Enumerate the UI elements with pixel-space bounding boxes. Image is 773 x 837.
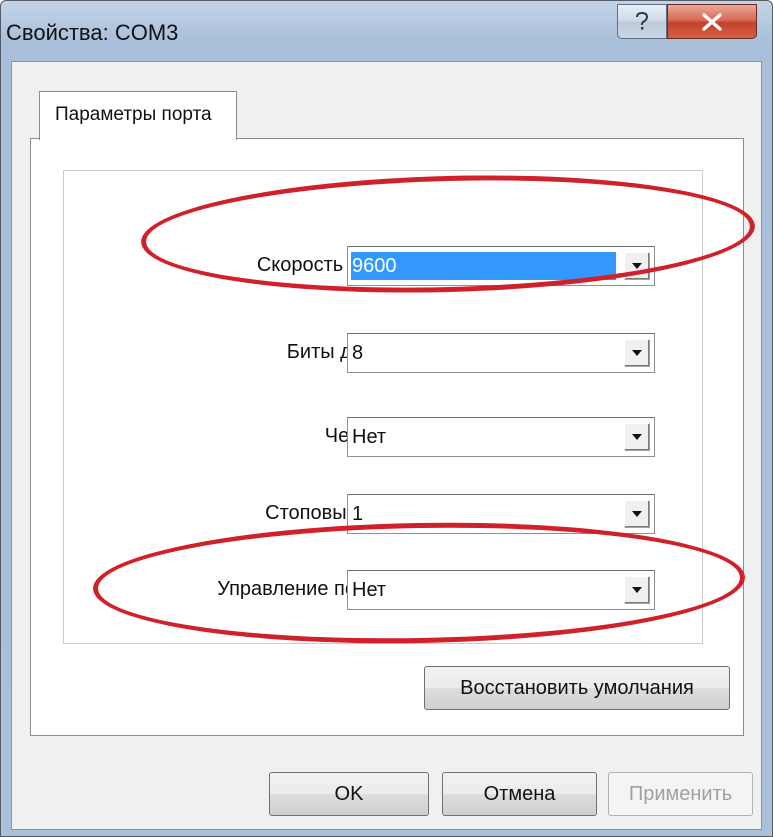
tab-panel-port-settings: Скорость (бит/с): 9600 Биты данных: 8 Че… [30,138,744,736]
window-title: Свойства: COM3 [6,20,179,45]
speed-value: 9600 [351,252,616,280]
speed-select[interactable]: 9600 [347,246,655,286]
parity-dropdown-button[interactable] [624,423,650,451]
chevron-down-icon [632,350,642,356]
flow-control-value: Нет [352,579,387,601]
speed-dropdown-button[interactable] [624,252,650,280]
chevron-down-icon [632,587,642,593]
help-button[interactable] [617,4,667,39]
chevron-down-icon [632,511,642,517]
data-bits-dropdown-button[interactable] [624,339,650,367]
stop-bits-value: 1 [352,503,364,525]
cancel-button[interactable]: Отмена [442,772,597,816]
data-bits-value: 8 [352,342,364,364]
parity-select[interactable]: Нет [347,417,655,457]
settings-group-box: Скорость (бит/с): 9600 Биты данных: 8 Че… [63,170,703,644]
restore-defaults-button[interactable]: Восстановить умолчания [424,666,730,710]
flow-control-dropdown-button[interactable] [624,576,650,604]
apply-button[interactable]: Применить [608,772,753,816]
parity-value: Нет [352,426,387,448]
chevron-down-icon [632,434,642,440]
data-bits-select[interactable]: 8 [347,333,655,373]
flow-control-select[interactable]: Нет [347,570,655,610]
close-button[interactable] [667,4,757,39]
tab-label: Параметры порта [55,104,212,125]
chevron-down-icon [632,263,642,269]
stop-bits-select[interactable]: 1 [347,494,655,534]
properties-dialog: Свойства: COM3 Параметры порта Скорость … [0,0,773,837]
dialog-client-area: Параметры порта Скорость (бит/с): 9600 Б… [11,61,762,830]
title-bar[interactable]: Свойства: COM3 [1,1,772,61]
ok-button[interactable]: OK [269,772,429,816]
tab-port-settings[interactable]: Параметры порта [39,91,237,140]
stop-bits-dropdown-button[interactable] [624,500,650,528]
